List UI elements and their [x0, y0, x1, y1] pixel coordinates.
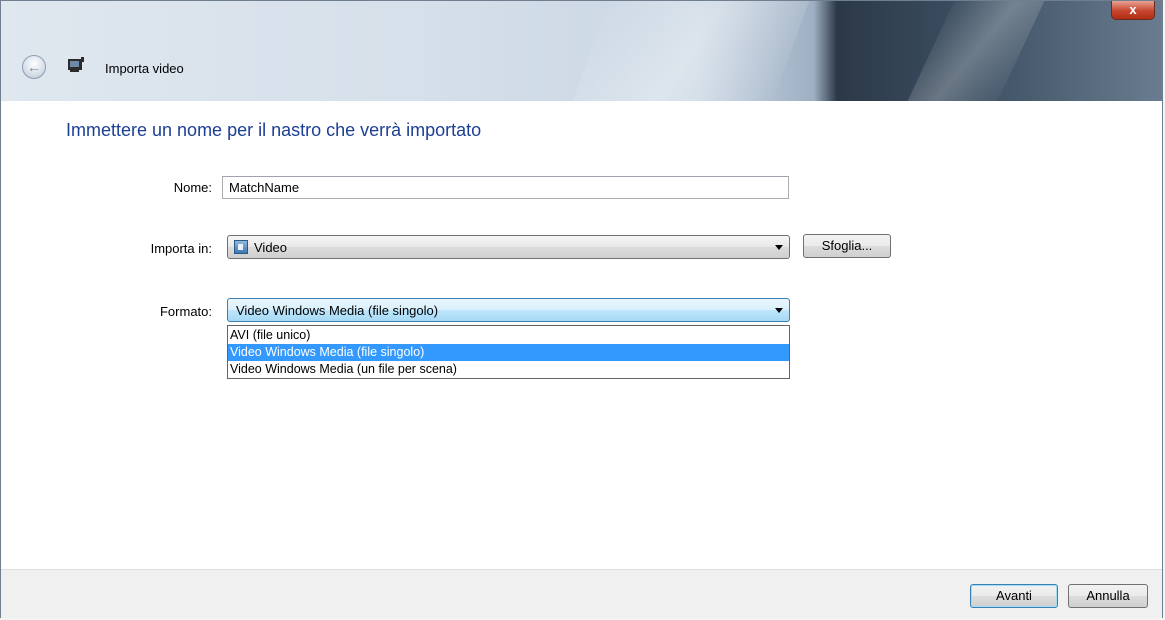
back-arrow-icon: ← [27, 59, 41, 75]
cancel-button[interactable]: Annulla [1068, 584, 1148, 608]
browse-button[interactable]: Sfoglia... [803, 234, 891, 258]
back-button[interactable]: ← [22, 55, 46, 79]
title-bar: x ← Importa video [1, 1, 1162, 101]
format-value: Video Windows Media (file singolo) [236, 303, 439, 318]
chevron-down-icon [775, 308, 783, 313]
wizard-footer: Avanti Annulla [1, 569, 1162, 618]
format-select[interactable]: Video Windows Media (file singolo) [227, 298, 790, 322]
import-to-label: Importa in: [150, 241, 212, 256]
import-video-window: x ← Importa video Immettere un nome per … [0, 0, 1163, 618]
page-instruction: Immettere un nome per il nastro che verr… [66, 120, 482, 140]
format-option-wmv-per-scene[interactable]: Video Windows Media (un file per scena) [228, 361, 789, 378]
close-icon: x [1129, 2, 1137, 17]
wizard-header: ← Importa video [1, 49, 1162, 101]
name-label: Nome: [173, 180, 212, 195]
video-folder-icon [234, 240, 248, 254]
name-field-value: MatchName [229, 180, 300, 195]
import-to-select[interactable]: Video [227, 235, 790, 259]
name-field[interactable]: MatchName [222, 176, 789, 199]
format-option-wmv-single[interactable]: Video Windows Media (file singolo) [228, 344, 789, 361]
window-title: Importa video [105, 61, 184, 76]
format-dropdown-list: AVI (file unico) Video Windows Media (fi… [227, 325, 790, 379]
camera-icon [66, 55, 86, 75]
import-to-value: Video [254, 240, 288, 255]
close-button[interactable]: x [1111, 1, 1155, 20]
format-label: Formato: [159, 304, 212, 319]
next-button[interactable]: Avanti [970, 584, 1058, 608]
chevron-down-icon [775, 245, 783, 250]
wizard-content: Immettere un nome per il nastro che verr… [1, 101, 1162, 569]
format-option-avi[interactable]: AVI (file unico) [228, 327, 789, 344]
